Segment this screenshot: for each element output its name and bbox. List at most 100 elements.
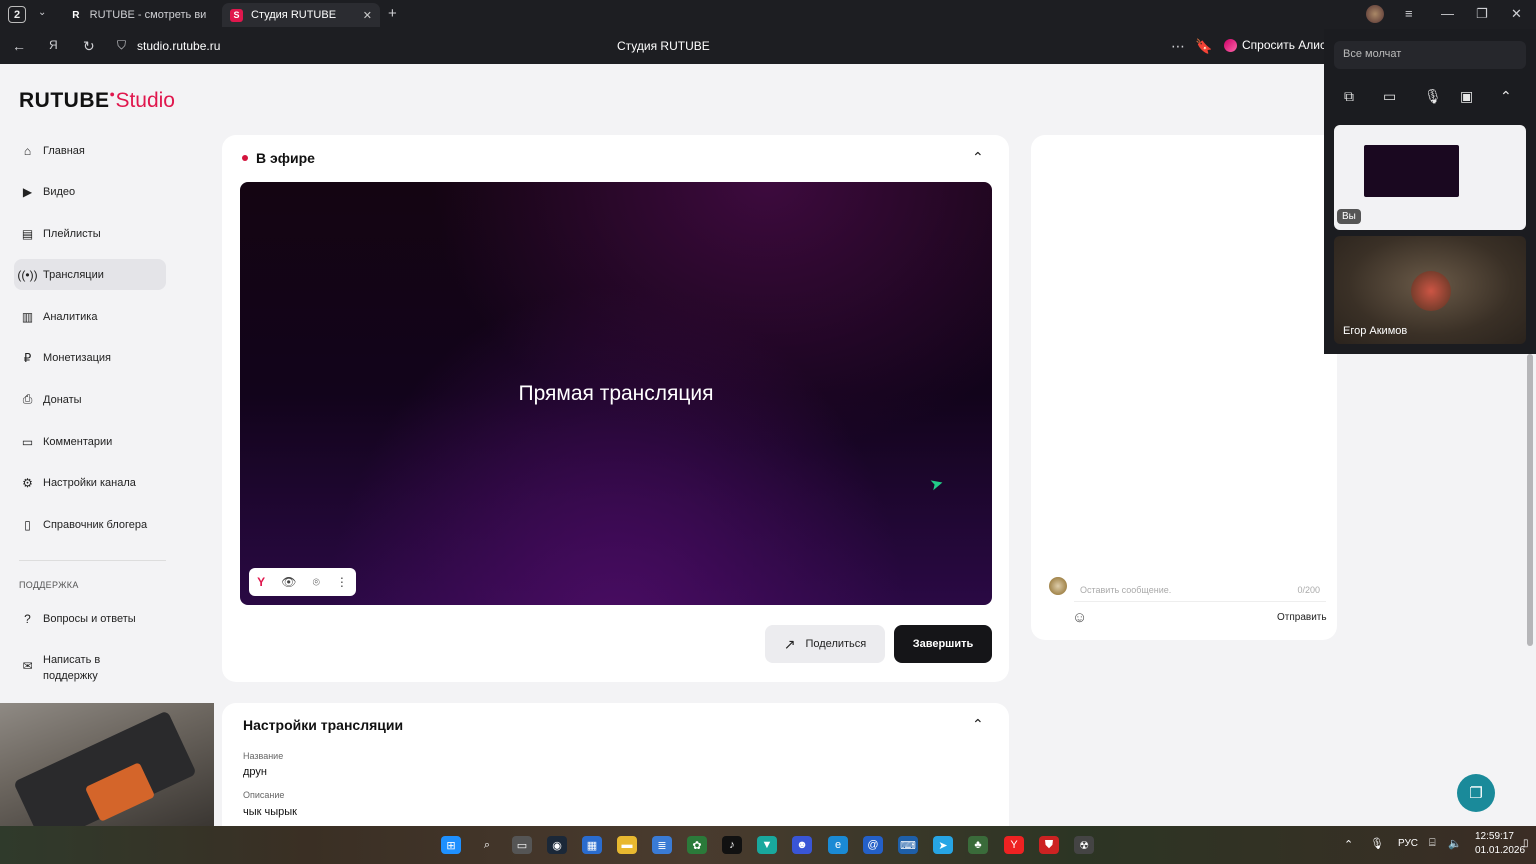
eye-icon[interactable]: 👁 <box>281 575 296 589</box>
sidebar-item-donations[interactable]: ⎙ Донаты <box>14 384 166 415</box>
vpn-icon[interactable]: ▼ <box>757 836 777 854</box>
sidebar-item-comments[interactable]: ▭ Комментарии <box>14 426 166 457</box>
system-app-icon[interactable]: ☢ <box>1074 836 1094 854</box>
sidebar-item-monetization[interactable]: ₽ Монетизация <box>14 342 166 373</box>
sidebar-item-faq[interactable]: ? Вопросы и ответы <box>14 603 166 634</box>
rutube-favicon-icon: R <box>70 9 82 21</box>
edge-icon[interactable]: e <box>828 836 848 854</box>
alice-button[interactable]: Спросить Алис <box>1224 38 1326 52</box>
restore-icon[interactable]: ❐ <box>1476 6 1488 22</box>
emoji-icon[interactable]: ☺ <box>1072 609 1087 626</box>
sidebar-item-blogger-guide[interactable]: ▯ Справочник блогера <box>14 509 166 540</box>
send-button[interactable]: Отправить <box>1277 612 1327 623</box>
collapse-settings-icon[interactable]: ⌃ <box>972 716 984 733</box>
steam-icon[interactable]: ◉ <box>547 836 567 854</box>
camera-settings-icon[interactable]: ⌾ <box>313 575 320 590</box>
bookmark-icon[interactable]: 🔖 <box>1195 38 1212 55</box>
start-icon[interactable]: ⊞ <box>441 836 461 854</box>
clock-date[interactable]: 01.01.2026 <box>1475 845 1525 856</box>
sidebar-item-label: Трансляции <box>43 268 104 281</box>
more-vertical-icon[interactable]: ⋮ <box>336 575 348 589</box>
sidebar-item-contact-support[interactable]: ✉ Написать в поддержку <box>14 650 166 684</box>
sidebar-item-analytics[interactable]: ▥ Аналитика <box>14 301 166 332</box>
tab-label: Студия RUTUBE <box>251 9 337 21</box>
camera-icon[interactable]: ▣ <box>1460 88 1473 105</box>
tray-chevron-icon[interactable]: ⌃ <box>1344 838 1353 851</box>
profile-avatar[interactable] <box>1366 5 1384 23</box>
sidebar-item-video[interactable]: ▶ Видео <box>14 176 166 207</box>
user-avatar <box>1049 577 1067 595</box>
analytics-icon: ▥ <box>21 309 34 324</box>
window-icon[interactable]: ▭ <box>1383 88 1396 105</box>
volume-icon[interactable]: 🔈 <box>1448 837 1462 850</box>
outlook-icon[interactable]: @ <box>863 836 883 854</box>
yandex-icon[interactable]: Я <box>49 38 58 52</box>
player-text: Прямая трансляция <box>518 381 714 405</box>
name-value[interactable]: друн <box>243 766 267 778</box>
yandex-logo-icon[interactable]: Y <box>257 575 265 589</box>
discord-icon[interactable]: ☻ <box>792 836 812 854</box>
call-status: Все молчат <box>1334 41 1526 69</box>
close-tab-icon[interactable]: ✕ <box>363 9 372 22</box>
tab-count-badge[interactable]: 2 <box>8 6 26 23</box>
sidebar-item-home[interactable]: ⌂ Главная <box>14 135 166 166</box>
tray-mic-icon[interactable]: 🎙 <box>1370 837 1384 850</box>
screen-share-icon[interactable]: ⧉ <box>1344 88 1354 105</box>
yandex-browser-icon[interactable]: Y <box>1004 836 1024 854</box>
minimize-icon[interactable]: — <box>1441 6 1454 21</box>
collapse-live-icon[interactable]: ⌃ <box>972 149 984 166</box>
tiktok-icon[interactable]: ♪ <box>722 836 742 854</box>
vscode-icon[interactable]: ⌨ <box>898 836 918 854</box>
tab-studio[interactable]: S Студия RUTUBE ✕ <box>222 3 380 27</box>
notifications-icon[interactable]: ▯ <box>1523 838 1529 849</box>
shield-app-icon[interactable]: ⛊ <box>1039 836 1059 854</box>
end-stream-button[interactable]: Завершить <box>894 625 992 663</box>
description-value[interactable]: чык чырык <box>243 806 297 818</box>
rutube-studio-logo[interactable]: RUTUBE●Studio <box>19 89 175 113</box>
back-icon[interactable]: ← <box>12 38 26 54</box>
shield-icon[interactable]: ⛉ <box>117 38 126 53</box>
self-video-tile[interactable]: Вы <box>1334 125 1526 230</box>
language-indicator[interactable]: РУС <box>1398 838 1418 849</box>
folder-icon[interactable]: ▬ <box>617 836 637 854</box>
sidebar-item-channel-settings[interactable]: ⚙ Настройки канала <box>14 467 166 498</box>
chat-input[interactable]: Оставить сообщение. 0/200 <box>1074 578 1326 602</box>
tab-rutube[interactable]: R RUTUBE - смотреть виде <box>62 3 214 27</box>
participant-video-tile[interactable]: Егор Акимов <box>1334 236 1526 344</box>
page-title: Студия RUTUBE <box>617 39 710 53</box>
more-icon[interactable]: ⋯ <box>1171 38 1185 55</box>
menu-icon[interactable]: ≡ <box>1405 6 1413 21</box>
chat-bubble-icon: ❐ <box>1469 785 1483 802</box>
playlist-icon: ▤ <box>21 226 34 241</box>
live-player[interactable]: Прямая трансляция <box>240 182 992 605</box>
webcam-overlay <box>0 703 214 826</box>
sidebar-item-playlists[interactable]: ▤ Плейлисты <box>14 218 166 249</box>
sidebar-item-label: Видео <box>43 185 76 198</box>
notepad-icon[interactable]: ≣ <box>652 836 672 854</box>
url-field[interactable]: studio.rutube.ru <box>137 39 220 53</box>
search-icon[interactable]: ⌕ <box>477 836 497 854</box>
chevron-down-icon[interactable]: ⌄ <box>38 7 46 18</box>
collapse-panel-icon[interactable]: ⌃ <box>1500 88 1512 105</box>
reload-icon[interactable]: ↻ <box>83 38 95 55</box>
share-button[interactable]: ↗ Поделиться <box>765 625 885 663</box>
clock-time[interactable]: 12:59:17 <box>1475 831 1514 842</box>
store-icon[interactable]: ▦ <box>582 836 602 854</box>
help-chat-button[interactable]: ❐ <box>1457 774 1495 812</box>
network-icon[interactable]: ⌸ <box>1429 837 1436 850</box>
microphone-icon[interactable]: 🎙 <box>1424 88 1442 105</box>
app-icon[interactable]: ✿ <box>687 836 707 854</box>
sidebar-item-broadcasts[interactable]: ((•)) Трансляции <box>14 259 166 290</box>
new-tab-icon[interactable]: + <box>388 5 397 22</box>
participant-name: Егор Акимов <box>1343 325 1408 337</box>
telegram-icon[interactable]: ➤ <box>933 836 953 854</box>
book-icon: ▯ <box>24 517 31 532</box>
sidebar-item-label: Вопросы и ответы <box>43 612 136 625</box>
video-icon: ▶ <box>22 184 33 199</box>
page-scrollbar[interactable] <box>1527 354 1533 646</box>
video-call-panel: Все молчат ⧉ ▭ 🎙 ▣ ⌃ Вы Егор Акимов <box>1324 29 1536 354</box>
close-window-icon[interactable]: ✕ <box>1511 6 1522 22</box>
game-icon[interactable]: ♣ <box>968 836 988 854</box>
address-bar: ← Я ↻ ⛉ studio.rutube.ru Студия RUTUBE ⋯… <box>0 29 1536 64</box>
task-view-icon[interactable]: ▭ <box>512 836 532 854</box>
